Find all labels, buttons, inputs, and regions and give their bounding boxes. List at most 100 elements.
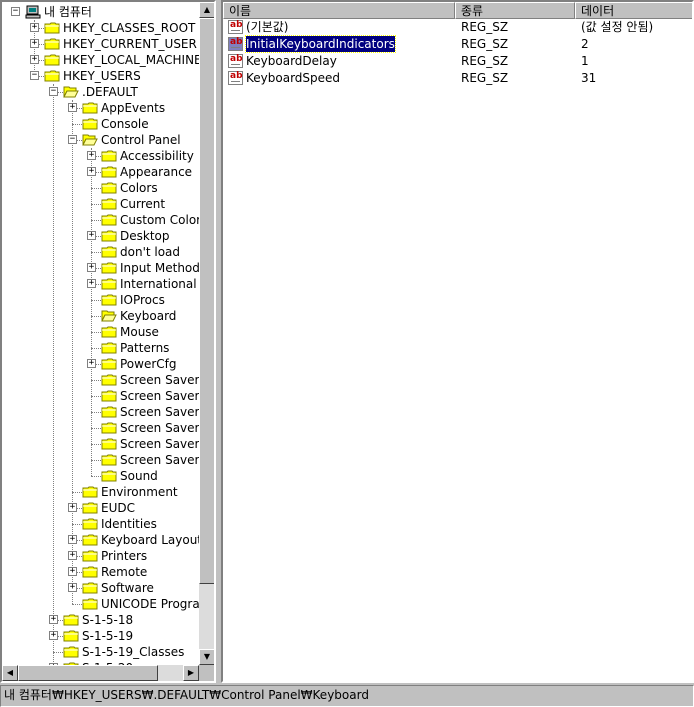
tree-node-s-1-5-18[interactable]: + S-1-5-18 [2,612,199,628]
tree-node-hkey-current-user[interactable]: + HKEY_CURRENT_USER [2,36,199,52]
tree-node-desktop[interactable]: + Desktop [2,228,199,244]
column-header-type[interactable]: 종류 [455,2,575,19]
folder-icon [101,213,117,227]
value-row-keyboardspeed[interactable]: ab KeyboardSpeed REG_SZ 31 [223,70,692,86]
tree-node-screen-saver-bezier[interactable]: Screen Saver.Bezier [2,404,199,420]
folder-icon [82,565,98,579]
folder-icon [101,149,117,163]
value-row-default[interactable]: ab (기본값) REG_SZ (값 설정 안됨) [223,19,692,35]
tree-node-label: don't load [120,245,181,259]
tree-node-don-t-load[interactable]: don't load [2,244,199,260]
expand-icon[interactable]: + [87,263,96,272]
computer-icon [25,5,41,19]
registry-tree-pane[interactable]: − 내 컴퓨터 + HKEY_CLASSES_ROOT + HKEY_CURRENT_US… [0,0,216,683]
tree-node-screen-saver-mystify[interactable]: Screen Saver.Mystify [2,436,199,452]
tree-connector-line [91,220,101,221]
tree-node-label: HKEY_CLASSES_ROOT [63,21,196,35]
tree-node-sound[interactable]: Sound [2,468,199,484]
scroll-right-button[interactable]: ▶ [183,665,199,681]
tree-node-default[interactable]: − .DEFAULT [2,84,199,100]
tree-node-mouse[interactable]: Mouse [2,324,199,340]
tree-node-label: Colors [120,181,158,195]
collapse-icon[interactable]: − [11,7,20,16]
tree-node-hkey-local-machine[interactable]: + HKEY_LOCAL_MACHINE [2,52,199,68]
column-header-data[interactable]: 데이터 [575,2,692,19]
expand-icon[interactable]: + [87,151,96,160]
expand-icon[interactable]: + [68,567,77,576]
tree-node-label: EUDC [101,501,135,515]
collapse-icon[interactable]: − [68,135,77,144]
collapse-icon[interactable]: − [49,87,58,96]
tree-node-accessibility[interactable]: + Accessibility [2,148,199,164]
folder-icon [101,341,117,355]
tree-node-unicode-program-groups[interactable]: UNICODE Program Groups [2,596,199,612]
expand-icon[interactable]: + [87,359,96,368]
scroll-down-button[interactable]: ▼ [199,649,214,665]
expand-icon[interactable]: + [68,551,77,560]
tree-node-screen-saver-stars[interactable]: Screen Saver.Stars [2,452,199,468]
tree-node-input-method[interactable]: + Input Method [2,260,199,276]
tree-node-keyboard[interactable]: Keyboard [2,308,199,324]
tree-connector-line [91,188,101,189]
tree-node-s-1-5-19-classes[interactable]: S-1-5-19_Classes [2,644,199,660]
open-folder-icon [82,133,98,147]
expand-icon[interactable]: + [30,39,39,48]
expand-icon[interactable]: + [49,631,58,640]
string-value-icon: ab [228,71,243,85]
tree-node-eudc[interactable]: + EUDC [2,500,199,516]
value-row-initialkeyboardindicators[interactable]: ab InitialKeyboardIndicators REG_SZ 2 [223,35,692,53]
tree-node-label: S-1-5-19 [82,629,134,643]
folder-icon [101,277,117,291]
tree-vertical-scroll-thumb[interactable] [199,18,214,584]
tree-node-hkey-classes-root[interactable]: + HKEY_CLASSES_ROOT [2,20,199,36]
tree-node-root[interactable]: − 내 컴퓨터 [2,4,199,20]
expand-icon[interactable]: + [30,55,39,64]
tree-node-control-panel[interactable]: − Control Panel [2,132,199,148]
tree-node-screen-saver-3dflyingobj[interactable]: Screen Saver.3DFlyingObj [2,372,199,388]
expand-icon[interactable]: + [49,615,58,624]
tree-node-label: Screen Saver.Marquee [120,421,199,435]
tree-node-software[interactable]: + Software [2,580,199,596]
tree-node-keyboard-layout[interactable]: + Keyboard Layout [2,532,199,548]
collapse-icon[interactable]: − [30,71,39,80]
expand-icon[interactable]: + [87,167,96,176]
expand-icon[interactable]: + [68,535,77,544]
scroll-left-button[interactable]: ◀ [2,665,18,681]
tree-node-appevents[interactable]: + AppEvents [2,100,199,116]
expand-icon[interactable]: + [87,279,96,288]
tree-node-environment[interactable]: Environment [2,484,199,500]
tree-node-powercfg[interactable]: + PowerCfg [2,356,199,372]
tree-node-remote[interactable]: + Remote [2,564,199,580]
expand-icon[interactable]: + [68,583,77,592]
tree-connector-line [72,524,82,525]
tree-node-identities[interactable]: Identities [2,516,199,532]
value-row-keyboarddelay[interactable]: ab KeyboardDelay REG_SZ 1 [223,53,692,69]
tree-node-label: PowerCfg [120,357,177,371]
tree-node-printers[interactable]: + Printers [2,548,199,564]
tree-node-console[interactable]: Console [2,116,199,132]
scroll-up-button[interactable]: ▲ [199,2,214,18]
tree-node-ioprocs[interactable]: IOProcs [2,292,199,308]
tree-node-s-1-5-19[interactable]: + S-1-5-19 [2,628,199,644]
tree-node-screen-saver-marquee[interactable]: Screen Saver.Marquee [2,420,199,436]
tree-node-hkey-users[interactable]: − HKEY_USERS [2,68,199,84]
registry-values-pane[interactable]: 이름 종류 데이터 ab (기본값) REG_SZ (값 설정 안됨) ab I… [221,0,694,683]
tree-node-screen-saver-3dpipes[interactable]: Screen Saver.3DPipes [2,388,199,404]
tree-node-current[interactable]: Current [2,196,199,212]
value-type: REG_SZ [461,54,509,68]
expand-icon[interactable]: + [68,503,77,512]
tree-node-custom-colors[interactable]: Custom Colors [2,212,199,228]
tree-node-label: .DEFAULT [82,85,138,99]
column-header-name[interactable]: 이름 [223,2,455,19]
folder-icon [82,517,98,531]
tree-node-patterns[interactable]: Patterns [2,340,199,356]
tree-node-colors[interactable]: Colors [2,180,199,196]
registry-tree[interactable]: − 내 컴퓨터 + HKEY_CLASSES_ROOT + HKEY_CURRENT_US… [2,2,199,665]
tree-node-international[interactable]: + International [2,276,199,292]
expand-icon[interactable]: + [87,231,96,240]
expand-icon[interactable]: + [68,103,77,112]
expand-icon[interactable]: + [30,23,39,32]
tree-node-label: Keyboard [120,309,177,323]
tree-node-appearance[interactable]: + Appearance [2,164,199,180]
tree-horizontal-scroll-thumb[interactable] [18,665,158,681]
